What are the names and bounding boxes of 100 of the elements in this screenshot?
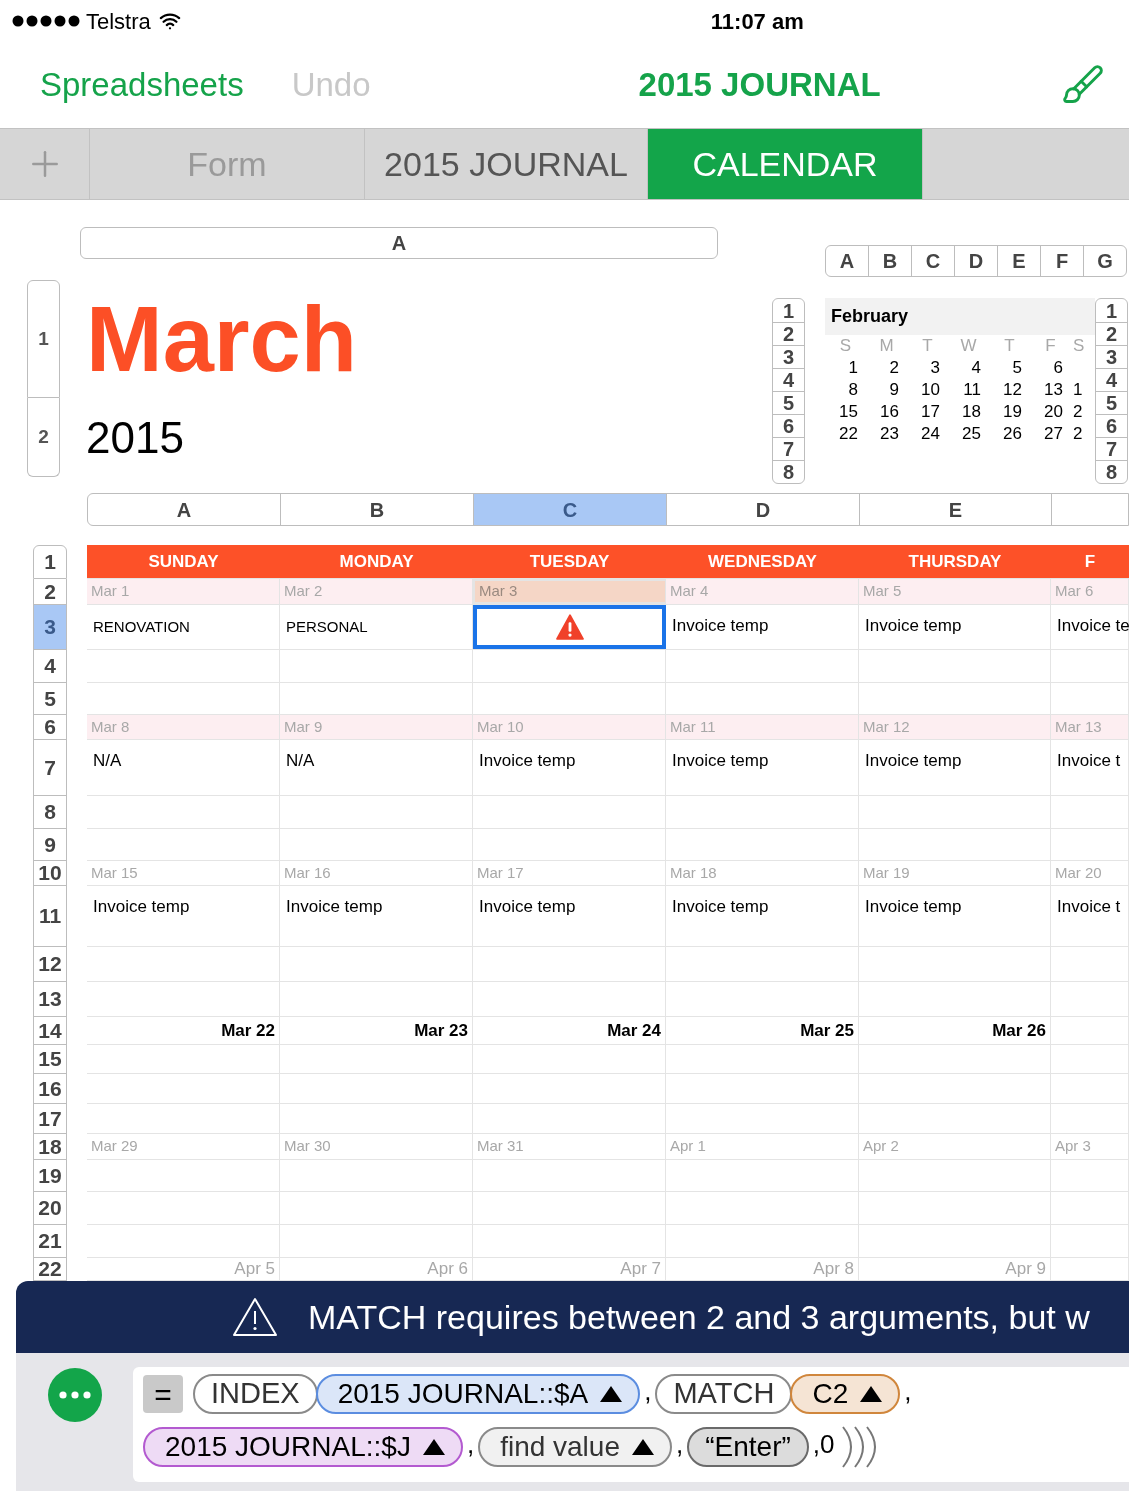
day-number: 11 xyxy=(962,379,982,401)
day-number: 27 xyxy=(1043,423,1064,445)
date-cell: Mar 24 xyxy=(473,1017,666,1044)
weekday-text: S xyxy=(1072,335,1083,357)
column-header[interactable]: E xyxy=(997,246,1040,276)
row-header[interactable]: 3 xyxy=(1096,345,1127,368)
row-header[interactable]: 7 xyxy=(33,740,67,796)
row-header[interactable]: 15 xyxy=(33,1045,67,1074)
date-cell: Mar 6 xyxy=(1051,579,1129,604)
month-title: March xyxy=(86,287,357,392)
row-header[interactable]: 5 xyxy=(33,683,67,715)
day-number: 1 xyxy=(847,357,859,379)
column-header[interactable]: F xyxy=(1040,246,1083,276)
reference-token[interactable]: 2015 JOURNAL::$J xyxy=(143,1427,463,1467)
row-header[interactable]: 7 xyxy=(1096,437,1127,460)
row-header[interactable]: 20 xyxy=(33,1192,67,1225)
separator-text: , xyxy=(675,1428,685,1461)
table-cell: Invoice te xyxy=(1051,605,1129,649)
date-cell: Apr 2 xyxy=(859,1134,1051,1159)
table-cell: N/A xyxy=(87,740,280,795)
equals-button[interactable]: = xyxy=(143,1375,183,1413)
placeholder-token[interactable]: find value xyxy=(478,1427,672,1467)
day-number: 15 xyxy=(838,401,859,423)
row-header[interactable]: 4 xyxy=(33,650,67,683)
row-header[interactable]: 1 xyxy=(33,545,67,579)
row-header[interactable]: 8 xyxy=(773,460,804,483)
formula-field[interactable]: = INDEX 2015 JOURNAL::$A , MATCH C2 , 2015 JOURNAL::$J , find value , “Enter” ,0 xyxy=(133,1367,1129,1482)
row-header[interactable]: 4 xyxy=(773,368,804,391)
row-header[interactable]: 17 xyxy=(33,1104,67,1134)
weekday-text: M xyxy=(878,335,895,357)
row-header[interactable]: 2 xyxy=(27,398,60,477)
row-header[interactable]: 3 xyxy=(773,345,804,368)
column-header[interactable]: B xyxy=(868,246,911,276)
row-header[interactable]: 13 xyxy=(33,982,67,1017)
row-header[interactable]: 21 xyxy=(33,1225,67,1258)
weekday-header: MONDAY xyxy=(338,550,415,573)
reference-token[interactable]: C2 xyxy=(790,1374,901,1414)
row-header[interactable]: 4 xyxy=(1096,368,1127,391)
row-header[interactable]: 1 xyxy=(1096,299,1127,322)
row-header[interactable]: 19 xyxy=(33,1160,67,1192)
weekday-header: TUESDAY xyxy=(528,550,611,573)
row-header[interactable]: 6 xyxy=(773,414,804,437)
row-header[interactable]: 1 xyxy=(773,299,804,322)
function-token[interactable]: INDEX xyxy=(193,1374,318,1414)
row-header[interactable]: 1 xyxy=(27,280,60,398)
day-number: 23 xyxy=(879,423,900,445)
table-cell: Invoice t xyxy=(1051,740,1129,795)
column-header[interactable]: A xyxy=(80,227,718,259)
day-number: 22 xyxy=(838,423,859,445)
weekday-text: S xyxy=(838,335,853,357)
day-number: 10 xyxy=(920,379,941,401)
row-header[interactable]: 11 xyxy=(33,886,67,947)
table-cell: N/A xyxy=(280,740,473,795)
day-number: 26 xyxy=(1002,423,1023,445)
row-header[interactable]: 5 xyxy=(1096,391,1127,414)
column-header[interactable]: D xyxy=(954,246,997,276)
column-header[interactable]: A xyxy=(826,246,868,276)
reference-token[interactable]: 2015 JOURNAL::$A xyxy=(315,1374,641,1414)
row-header[interactable]: 14 xyxy=(33,1017,67,1045)
row-header[interactable]: 6 xyxy=(1096,414,1127,437)
day-number: 9 xyxy=(888,379,900,401)
weekday-text: T xyxy=(1003,335,1016,357)
row-header[interactable]: 12 xyxy=(33,947,67,982)
separator-text: ,0 xyxy=(811,1428,836,1461)
row-header[interactable]: 10 xyxy=(33,861,67,886)
day-number: 8 xyxy=(847,379,859,401)
row-header[interactable]: 3 xyxy=(33,605,67,650)
row-header[interactable]: 16 xyxy=(33,1074,67,1104)
column-header[interactable]: D xyxy=(667,494,860,525)
row-header[interactable]: 2 xyxy=(1096,322,1127,345)
date-cell: Mar 8 xyxy=(87,715,280,739)
column-header[interactable]: A xyxy=(88,494,281,525)
document-title: 2015 JOURNAL xyxy=(638,65,881,106)
date-cell: Mar 19 xyxy=(859,861,1051,885)
date-cell: Apr 9 xyxy=(859,1258,1051,1280)
function-token[interactable]: MATCH xyxy=(655,1374,793,1414)
date-cell: Mar 12 xyxy=(859,715,1051,739)
table-cell: Invoice temp xyxy=(666,886,859,946)
date-cell: Apr 5 xyxy=(87,1258,280,1280)
column-header[interactable]: E xyxy=(860,494,1052,525)
row-header[interactable]: 2 xyxy=(773,322,804,345)
row-header[interactable]: 7 xyxy=(773,437,804,460)
error-message: MATCH requires between 2 and 3 arguments, but w xyxy=(308,1296,1090,1338)
table-cell: Invoice temp xyxy=(859,605,1051,649)
row-header[interactable]: 8 xyxy=(1096,460,1127,483)
day-number: 4 xyxy=(970,357,982,379)
row-header[interactable]: 5 xyxy=(773,391,804,414)
row-header[interactable]: 18 xyxy=(33,1134,67,1160)
column-header[interactable]: C xyxy=(911,246,954,276)
string-token[interactable]: “Enter” xyxy=(687,1427,809,1467)
column-header[interactable]: G xyxy=(1083,246,1126,276)
row-header[interactable]: 9 xyxy=(33,829,67,861)
date-cell: Mar 15 xyxy=(87,861,280,885)
row-header[interactable]: 8 xyxy=(33,796,67,829)
day-number: 5 xyxy=(1011,357,1023,379)
date-cell: Mar 3 xyxy=(473,579,666,604)
date-cell: Mar 16 xyxy=(280,861,473,885)
row-header[interactable]: 6 xyxy=(33,715,67,740)
table-cell: Invoice temp xyxy=(280,886,473,946)
column-header[interactable]: C xyxy=(474,494,667,525)
